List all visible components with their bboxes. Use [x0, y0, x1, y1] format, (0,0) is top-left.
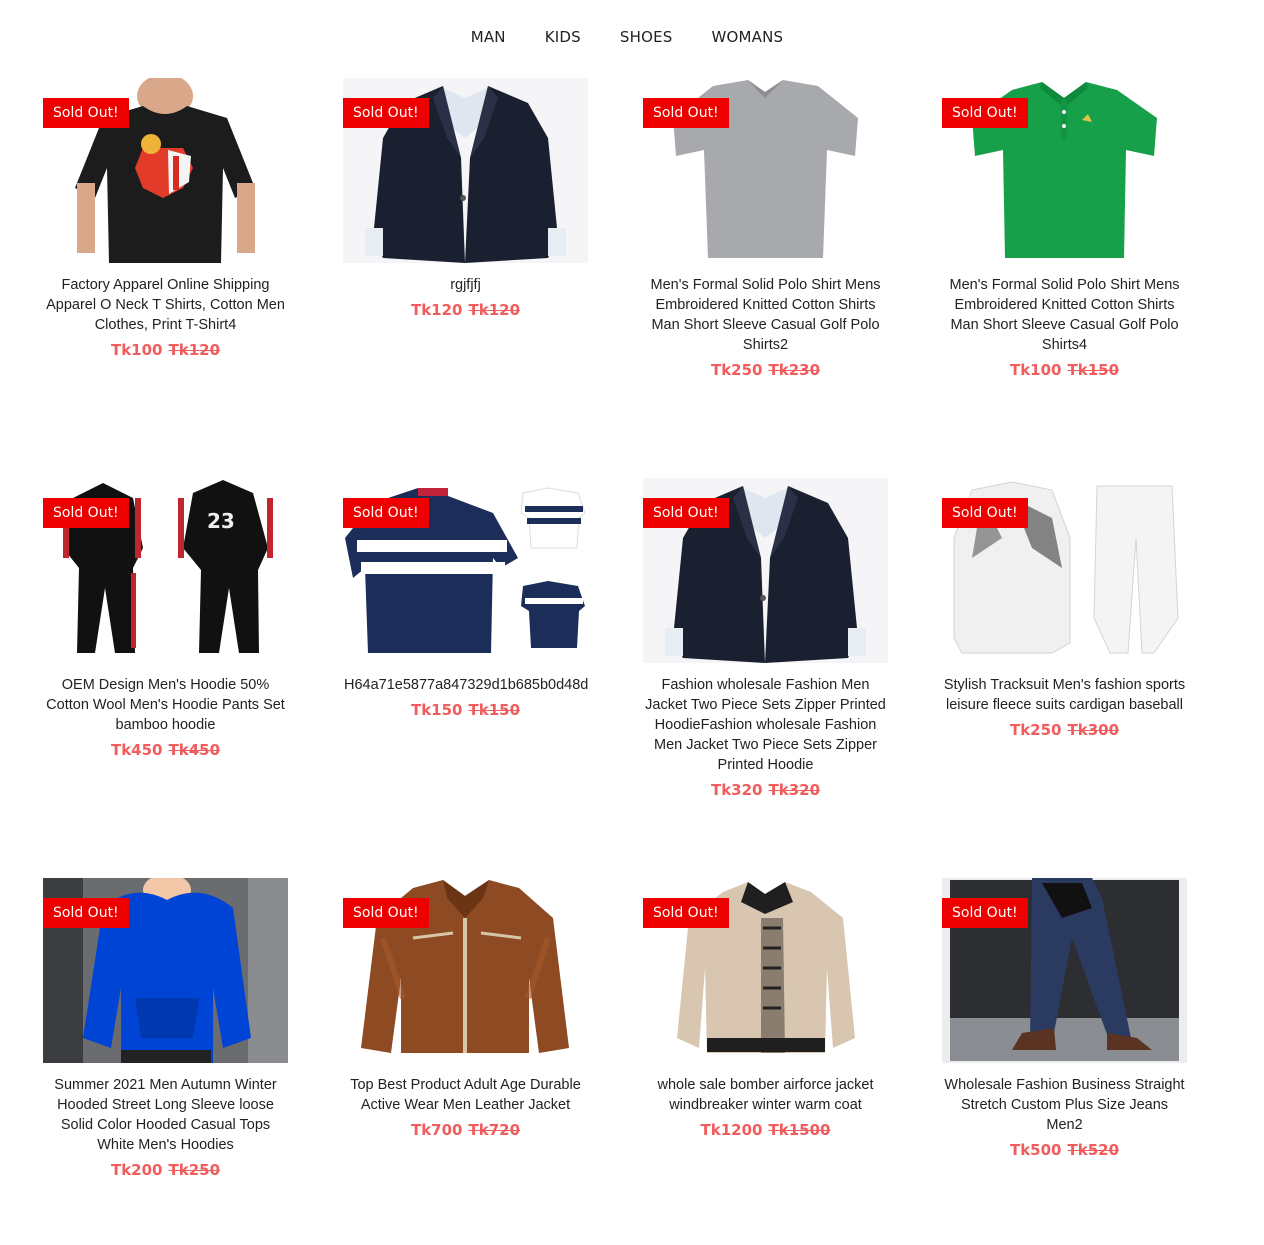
current-price: Tk150	[410, 701, 463, 719]
product-image[interactable]: Sold Out!	[643, 478, 888, 663]
product-card[interactable]: Sold Out! Stylish Tracksuit Men's fashion…	[942, 478, 1187, 739]
product-price: Tk700 Tk720	[343, 1121, 588, 1139]
old-price: Tk120	[168, 341, 221, 359]
product-card[interactable]: Sold Out! Factory Apparel Online Shipping…	[43, 78, 288, 359]
svg-text:23: 23	[207, 509, 235, 533]
old-price: Tk230	[768, 361, 821, 379]
current-price: Tk100	[1009, 361, 1062, 379]
product-title[interactable]: Summer 2021 Men Autumn Winter Hooded Str…	[43, 1075, 288, 1155]
old-price: Tk250	[168, 1161, 221, 1179]
product-image[interactable]: Sold Out!	[942, 78, 1187, 263]
product-title[interactable]: H64a71e5877a847329d1b685b0d48dl	[343, 675, 588, 695]
product-price: Tk200 Tk250	[43, 1161, 288, 1179]
current-price: Tk700	[410, 1121, 463, 1139]
product-title[interactable]: Stylish Tracksuit Men's fashion sports l…	[942, 675, 1187, 715]
old-price: Tk150	[468, 701, 521, 719]
product-title[interactable]: whole sale bomber airforce jacket windbr…	[643, 1075, 888, 1115]
product-card[interactable]: 23 Sold Out! OEM Design Men's Hoodie 50% C…	[43, 478, 288, 759]
product-card[interactable]: Sold Out! whole sale bomber airforce jack…	[643, 878, 888, 1139]
old-price: Tk720	[468, 1121, 521, 1139]
sold-out-badge: Sold Out!	[643, 98, 729, 128]
product-card[interactable]: Sold Out! H64a71e5877a847329d1b685b0d48dl…	[343, 478, 588, 719]
category-nav: MAN KIDS SHOES WOMANS	[0, 28, 1254, 46]
product-card[interactable]: Sold Out! Men's Formal Solid Polo Shirt M…	[942, 78, 1187, 379]
current-price: Tk1200	[700, 1121, 763, 1139]
product-image[interactable]: 23 Sold Out!	[43, 478, 288, 663]
nav-link-man[interactable]: MAN	[471, 28, 506, 46]
sold-out-badge: Sold Out!	[43, 498, 129, 528]
product-price: Tk100 Tk150	[942, 361, 1187, 379]
product-title[interactable]: Fashion wholesale Fashion Men Jacket Two…	[643, 675, 888, 775]
sold-out-badge: Sold Out!	[343, 498, 429, 528]
product-price: Tk150 Tk150	[343, 701, 588, 719]
current-price: Tk500	[1009, 1141, 1062, 1159]
sold-out-badge: Sold Out!	[942, 98, 1028, 128]
product-title[interactable]: Wholesale Fashion Business Straight Stre…	[942, 1075, 1187, 1135]
current-price: Tk250	[1009, 721, 1062, 739]
current-price: Tk450	[110, 741, 163, 759]
old-price: Tk300	[1067, 721, 1120, 739]
product-image[interactable]: Sold Out!	[43, 78, 288, 263]
product-price: Tk250 Tk300	[942, 721, 1187, 739]
old-price: Tk120	[468, 301, 521, 319]
sold-out-badge: Sold Out!	[643, 898, 729, 928]
product-card[interactable]: Sold Out! Summer 2021 Men Autumn Winter H…	[43, 878, 288, 1179]
product-title[interactable]: Men's Formal Solid Polo Shirt Mens Embro…	[643, 275, 888, 355]
old-price: Tk150	[1067, 361, 1120, 379]
sold-out-badge: Sold Out!	[343, 898, 429, 928]
sold-out-badge: Sold Out!	[43, 98, 129, 128]
product-card[interactable]: Sold Out! Men's Formal Solid Polo Shirt M…	[643, 78, 888, 379]
product-price: Tk120 Tk120	[343, 301, 588, 319]
product-image[interactable]: Sold Out!	[643, 878, 888, 1063]
product-card[interactable]: Sold Out! Wholesale Fashion Business Stra…	[942, 878, 1187, 1159]
product-title[interactable]: Men's Formal Solid Polo Shirt Mens Embro…	[942, 275, 1187, 355]
product-price: Tk100 Tk120	[43, 341, 288, 359]
product-card[interactable]: Sold Out! Fashion wholesale Fashion Men J…	[643, 478, 888, 799]
product-title[interactable]: Factory Apparel Online Shipping Apparel …	[43, 275, 288, 335]
sold-out-badge: Sold Out!	[942, 898, 1028, 928]
product-title[interactable]: OEM Design Men's Hoodie 50% Cotton Wool …	[43, 675, 288, 735]
product-image[interactable]: Sold Out!	[942, 478, 1187, 663]
old-price: Tk520	[1067, 1141, 1120, 1159]
product-price: Tk320 Tk320	[643, 781, 888, 799]
nav-link-kids[interactable]: KIDS	[545, 28, 581, 46]
product-title[interactable]: rgjfjfj	[343, 275, 588, 295]
product-price: Tk450 Tk450	[43, 741, 288, 759]
sold-out-badge: Sold Out!	[43, 898, 129, 928]
product-image[interactable]: Sold Out!	[343, 878, 588, 1063]
product-price: Tk1200 Tk1500	[643, 1121, 888, 1139]
product-title[interactable]: Top Best Product Adult Age Durable Activ…	[343, 1075, 588, 1115]
product-image[interactable]: Sold Out!	[343, 78, 588, 263]
nav-link-womans[interactable]: WOMANS	[711, 28, 783, 46]
product-image[interactable]: Sold Out!	[343, 478, 588, 663]
current-price: Tk200	[110, 1161, 163, 1179]
old-price: Tk450	[168, 741, 221, 759]
product-card[interactable]: Sold Out! Top Best Product Adult Age Dura…	[343, 878, 588, 1139]
sold-out-badge: Sold Out!	[942, 498, 1028, 528]
product-image[interactable]: Sold Out!	[643, 78, 888, 263]
current-price: Tk320	[710, 781, 763, 799]
sold-out-badge: Sold Out!	[643, 498, 729, 528]
current-price: Tk120	[410, 301, 463, 319]
product-image[interactable]: Sold Out!	[43, 878, 288, 1063]
current-price: Tk250	[710, 361, 763, 379]
product-card[interactable]: Sold Out! rgjfjfj Tk120 Tk120	[343, 78, 588, 319]
product-price: Tk500 Tk520	[942, 1141, 1187, 1159]
old-price: Tk1500	[768, 1121, 831, 1139]
product-image[interactable]: Sold Out!	[942, 878, 1187, 1063]
nav-link-shoes[interactable]: SHOES	[620, 28, 673, 46]
product-price: Tk250 Tk230	[643, 361, 888, 379]
sold-out-badge: Sold Out!	[343, 98, 429, 128]
old-price: Tk320	[768, 781, 821, 799]
current-price: Tk100	[110, 341, 163, 359]
